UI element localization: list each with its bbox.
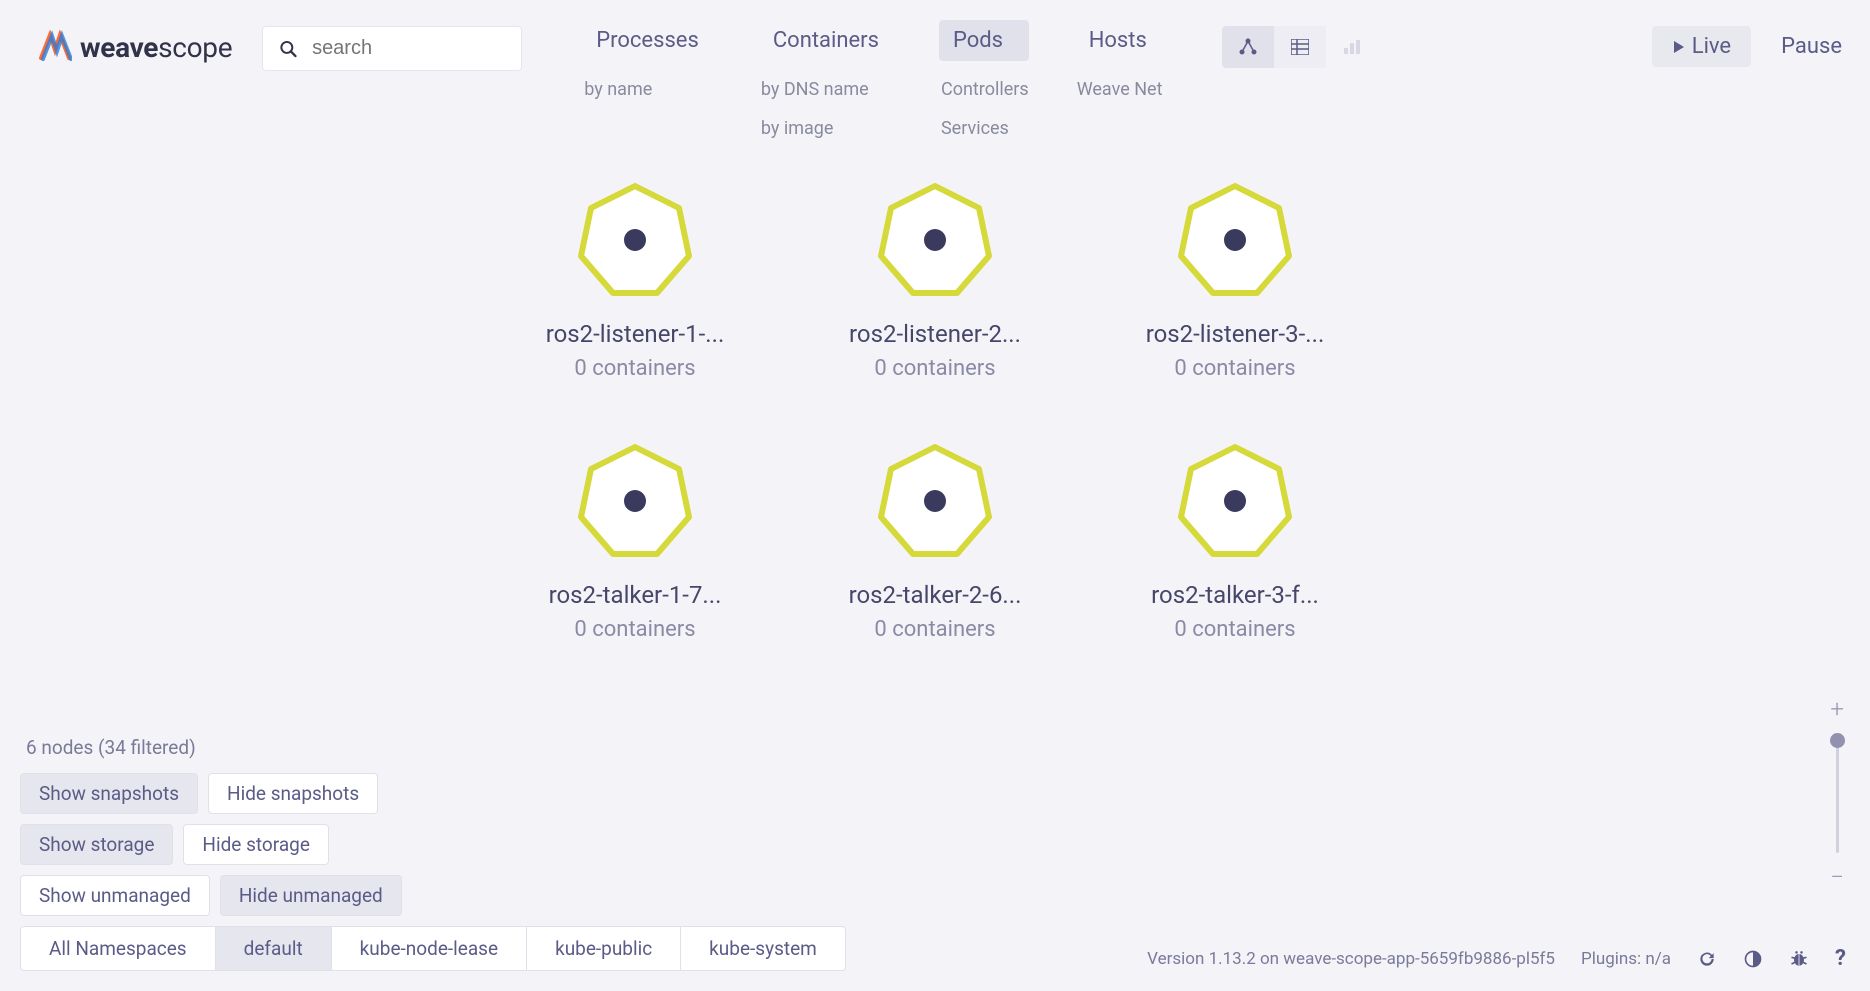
- heptagon-icon: [575, 180, 695, 300]
- node-sublabel: 0 containers: [1174, 356, 1295, 381]
- node-label: ros2-listener-1-...: [546, 320, 725, 348]
- view-mode-toggle: [1222, 26, 1378, 68]
- graph-view-button[interactable]: [1222, 26, 1274, 68]
- pod-node[interactable]: ros2-listener-3-... 0 containers: [1125, 180, 1345, 381]
- logo: weavescope: [38, 30, 232, 64]
- nav-processes[interactable]: Processes: [582, 20, 713, 61]
- nav-pods-controllers[interactable]: Controllers: [939, 79, 1029, 100]
- search-input[interactable]: [312, 37, 505, 60]
- ns-kube-public[interactable]: kube-public: [527, 926, 681, 971]
- show-snapshots-button[interactable]: Show snapshots: [20, 773, 198, 814]
- filter-panel: 6 nodes (34 filtered) Show snapshots Hid…: [20, 736, 846, 971]
- node-sublabel: 0 containers: [874, 617, 995, 642]
- heptagon-icon: [875, 180, 995, 300]
- zoom-slider[interactable]: [1836, 733, 1839, 853]
- node-sublabel: 0 containers: [874, 356, 995, 381]
- live-label: Live: [1692, 34, 1731, 59]
- node-label: ros2-listener-2...: [849, 320, 1021, 348]
- nav-processes-by-name[interactable]: by name: [582, 79, 713, 100]
- search-icon: [279, 38, 298, 60]
- node-sublabel: 0 containers: [1174, 617, 1295, 642]
- ns-kube-system[interactable]: kube-system: [681, 926, 846, 971]
- ns-default[interactable]: default: [216, 926, 332, 971]
- play-icon: [1672, 40, 1686, 54]
- pod-node[interactable]: ros2-listener-2... 0 containers: [825, 180, 1045, 381]
- logo-text-light: scope: [158, 31, 232, 64]
- node-label: ros2-talker-3-f...: [1151, 581, 1319, 609]
- filter-count: 6 nodes (34 filtered): [26, 736, 846, 759]
- node-label: ros2-listener-3-...: [1146, 320, 1325, 348]
- show-storage-button[interactable]: Show storage: [20, 824, 173, 865]
- hide-snapshots-button[interactable]: Hide snapshots: [208, 773, 378, 814]
- node-sublabel: 0 containers: [574, 356, 695, 381]
- pod-node[interactable]: ros2-talker-2-6... 0 containers: [825, 441, 1045, 642]
- weave-logo-icon: [38, 30, 72, 64]
- namespace-selector: All Namespaces default kube-node-lease k…: [20, 926, 846, 971]
- heptagon-icon: [875, 441, 995, 561]
- hide-storage-button[interactable]: Hide storage: [183, 824, 329, 865]
- heptagon-icon: [1175, 180, 1295, 300]
- bug-icon[interactable]: [1789, 949, 1809, 969]
- heptagon-icon: [1175, 441, 1295, 561]
- node-sublabel: 0 containers: [574, 617, 695, 642]
- ns-kube-node-lease[interactable]: kube-node-lease: [332, 926, 527, 971]
- pod-node[interactable]: ros2-listener-1-... 0 containers: [525, 180, 745, 381]
- live-button[interactable]: Live: [1652, 26, 1751, 67]
- nav-containers-by-image[interactable]: by image: [759, 118, 893, 139]
- graph-icon: [1238, 38, 1258, 56]
- show-unmanaged-button[interactable]: Show unmanaged: [20, 875, 210, 916]
- nav-pods-services[interactable]: Services: [939, 118, 1029, 139]
- plugins-text: Plugins: n/a: [1581, 949, 1671, 969]
- table-view-button[interactable]: [1274, 26, 1326, 68]
- heptagon-icon: [575, 441, 695, 561]
- version-text: Version 1.13.2 on weave-scope-app-5659fb…: [1147, 949, 1555, 969]
- pause-button[interactable]: Pause: [1781, 34, 1842, 59]
- search-box[interactable]: [262, 26, 522, 71]
- contrast-icon[interactable]: [1743, 949, 1763, 969]
- nav-containers-by-dns[interactable]: by DNS name: [759, 79, 893, 100]
- ns-all[interactable]: All Namespaces: [20, 926, 216, 971]
- node-label: ros2-talker-2-6...: [849, 581, 1022, 609]
- logo-text-bold: weave: [80, 31, 158, 64]
- pod-node[interactable]: ros2-talker-1-7... 0 containers: [525, 441, 745, 642]
- resource-view-button: [1326, 26, 1378, 68]
- nav-hosts-weavenet[interactable]: Weave Net: [1075, 79, 1163, 100]
- nav-containers[interactable]: Containers: [759, 20, 893, 61]
- nav-pods[interactable]: Pods: [939, 20, 1029, 61]
- refresh-icon[interactable]: [1697, 949, 1717, 969]
- hide-unmanaged-button[interactable]: Hide unmanaged: [220, 875, 402, 916]
- pod-node[interactable]: ros2-talker-3-f... 0 containers: [1125, 441, 1345, 642]
- zoom-thumb[interactable]: [1830, 733, 1845, 748]
- topology-nav: Processes by name Containers by DNS name…: [582, 20, 1162, 139]
- resource-icon: [1343, 39, 1361, 55]
- node-label: ros2-talker-1-7...: [549, 581, 722, 609]
- footer: Version 1.13.2 on weave-scope-app-5659fb…: [1147, 946, 1846, 971]
- zoom-out-button[interactable]: −: [1830, 863, 1844, 891]
- topology-canvas: ros2-listener-1-... 0 containers ros2-li…: [0, 180, 1870, 642]
- zoom-in-button[interactable]: +: [1830, 695, 1844, 723]
- zoom-controls: + −: [1830, 695, 1844, 891]
- help-icon[interactable]: ?: [1835, 946, 1846, 971]
- table-icon: [1291, 39, 1309, 55]
- nav-hosts[interactable]: Hosts: [1075, 20, 1163, 61]
